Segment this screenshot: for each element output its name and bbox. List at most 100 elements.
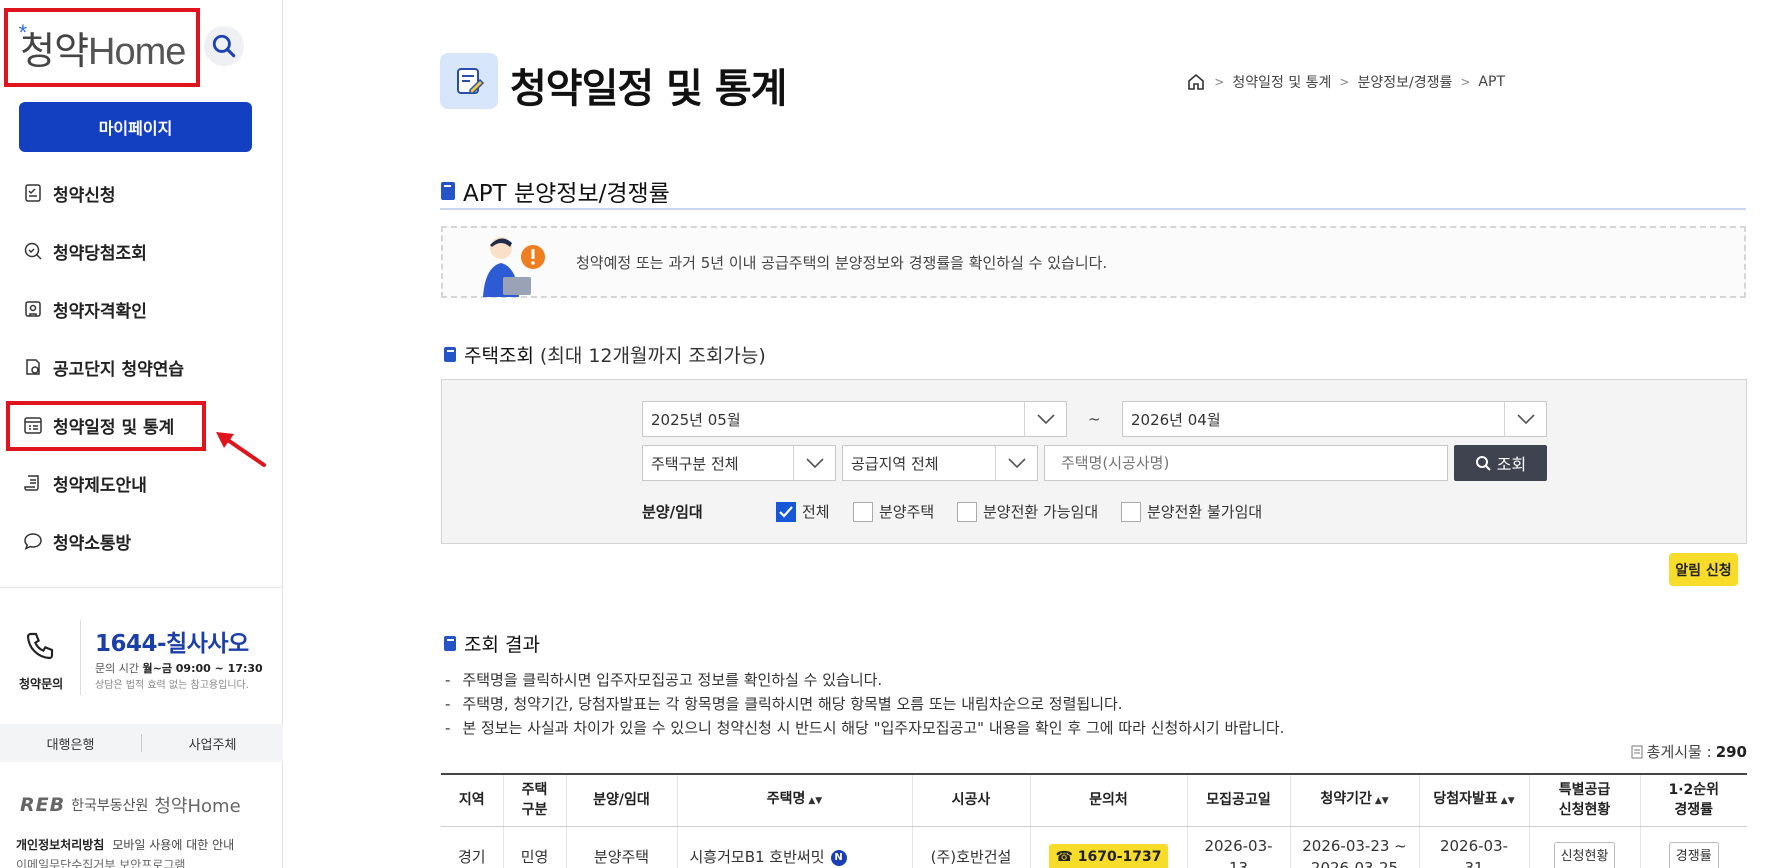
table-row: 경기 민영 분양주택 시흥거모B1 호반써밋 N (주)호반건설 ☎ 1670-1… (441, 826, 1747, 868)
checkbox-box (1121, 501, 1141, 522)
footer-links-secondary[interactable]: 이메일무단수집거부 보안프로그램 (16, 856, 185, 868)
col-house-type: 주택 구분 (502, 774, 566, 827)
cell-notice-date: 2026-03- 13 (1186, 826, 1290, 868)
mobile-guide-link[interactable]: 모바일 사용에 대한 안내 (112, 838, 234, 852)
page-title: 청약일정 및 통계 (510, 66, 787, 112)
breadcrumb-item[interactable]: APT (1478, 74, 1505, 90)
house-type-value: 주택구분 전체 (651, 454, 739, 473)
home-icon[interactable] (1186, 72, 1206, 92)
total-count: 총게시물 : 290 (1631, 741, 1747, 762)
col-rank-line2: 경쟁률 (1674, 802, 1714, 819)
winner-line1: 2026-03- (1439, 837, 1509, 856)
info-text: 청약예정 또는 과거 5년 이내 공급주택의 분양정보와 경쟁률을 확인하실 수… (576, 254, 1108, 272)
col-house-type-line2: 구분 (521, 802, 548, 819)
book-icon (444, 347, 456, 362)
sidebar-item-win-check[interactable]: 청약당첨조회 (0, 222, 283, 280)
checkbox-box (957, 501, 977, 522)
scroll-icon (24, 475, 39, 491)
section-title-results: 조회 결과 (444, 630, 540, 657)
sidebar: *청약Home 마이페이지 청약신청 청약당첨조회 청약자격확인 공고단지 청약… (0, 0, 283, 868)
sort-icon: ▲▼ (1374, 796, 1389, 807)
mypage-button[interactable]: 마이페이지 (19, 102, 252, 152)
range-tilde: ~ (1088, 410, 1101, 428)
cell-period: 2026-03-23 ~ 2026-03-25 (1289, 826, 1419, 868)
checkbox-label: 분양주택 (879, 503, 935, 521)
checkbox-all[interactable]: 전체 (776, 501, 830, 522)
sidebar-item-practice[interactable]: 공고단지 청약연습 (0, 338, 283, 396)
sidebar-item-label: 청약소통방 (53, 533, 132, 554)
sort-icon: ▲▼ (1500, 796, 1515, 807)
search-submit-label: 조회 (1496, 455, 1527, 474)
logo-highlight-box[interactable]: *청약Home (4, 8, 200, 87)
contact-number[interactable]: 1644-칠사사오 (95, 624, 249, 658)
note-item: 주택명, 청약기간, 당첨자발표는 각 항목명을 클릭하시면 해당 항목별 오름… (445, 692, 1284, 716)
phone-icon (26, 632, 54, 660)
from-month-select[interactable]: 2025년 05월 (642, 401, 1067, 437)
cell-contact: ☎ 1670-1737 (1029, 826, 1187, 868)
col-period[interactable]: 청약기간 ▲▼ (1289, 774, 1419, 827)
to-month-select[interactable]: 2026년 04월 (1122, 401, 1547, 437)
new-badge-icon: N (830, 849, 847, 866)
developer-link[interactable]: 사업주체 (142, 734, 283, 753)
privacy-link[interactable]: 개인정보처리방침 (16, 838, 104, 852)
competition-rate-button[interactable]: 경쟁률 (1668, 842, 1719, 868)
breadcrumb-item[interactable]: 분양정보/경쟁률 (1357, 72, 1452, 92)
sort-icon: ▲▼ (808, 796, 823, 807)
sidebar-item-label: 청약신청 (53, 185, 116, 206)
sidebar-item-apply[interactable]: 청약신청 (0, 164, 283, 222)
region-select[interactable]: 공급지역 전체 (842, 445, 1038, 481)
sidebar-links: 대행은행 사업주체 (0, 724, 283, 762)
section-title-text: APT 분양정보/경쟁률 (463, 181, 670, 207)
sidebar-item-community[interactable]: 청약소통방 (0, 512, 283, 570)
house-type-select[interactable]: 주택구분 전체 (642, 445, 836, 481)
cell-rank: 경쟁률 (1639, 826, 1747, 868)
house-name-link[interactable]: 시흥거모B1 호반써밋 (690, 848, 825, 866)
col-house-name-label: 주택명 (766, 791, 806, 808)
table-header-row: 지역 주택 구분 분양/임대 주택명 ▲▼ 시공사 문의처 모집공고일 청약기간 ▲▼… (441, 774, 1747, 827)
checkbox-convertible-rent[interactable]: 분양전환 가능임대 (957, 501, 1098, 522)
breadcrumb-item[interactable]: 청약일정 및 통계 (1232, 72, 1331, 92)
breadcrumb: > 청약일정 및 통계 > 분양정보/경쟁률 > APT (1186, 72, 1505, 92)
logo-suffix: Home (88, 31, 186, 73)
total-label: 총게시물 : (1646, 743, 1712, 761)
phone-badge[interactable]: ☎ 1670-1737 (1049, 844, 1168, 868)
contact-block: 청약문의 1644-칠사사오 문의 시간 월~금 09:00 ~ 17:30 상… (0, 608, 283, 718)
chat-bubble-icon (24, 533, 42, 550)
logo-prefix: 청약 (20, 31, 89, 73)
cell-house-name[interactable]: 시흥거모B1 호반써밋 N (676, 826, 912, 868)
book-icon (441, 182, 455, 200)
checkbox-sale-house[interactable]: 분양주택 (853, 501, 934, 522)
col-winner[interactable]: 당첨자발표 ▲▼ (1418, 774, 1529, 827)
search-submit-button[interactable]: 조회 (1454, 445, 1547, 481)
winner-line2: 31 (1464, 859, 1483, 868)
agent-bank-link[interactable]: 대행은행 (0, 734, 141, 753)
checkbox-nonconvertible-rent[interactable]: 분양전환 불가임대 (1121, 501, 1262, 522)
qualification-icon (25, 301, 41, 317)
col-builder: 시공사 (911, 774, 1030, 827)
alert-signup-button[interactable]: 알림 신청 (1669, 553, 1738, 586)
col-region: 지역 (441, 774, 503, 827)
footer-links: 개인정보처리방침 모바일 사용에 대한 안내 (16, 836, 234, 853)
col-special-line2: 신청현황 (1558, 802, 1611, 819)
sidebar-nav: 청약신청 청약당첨조회 청약자격확인 공고단지 청약연습 청약일정 및 통계 청… (0, 164, 283, 570)
search-button[interactable] (204, 26, 244, 66)
sidebar-item-qualification[interactable]: 청약자격확인 (0, 280, 283, 338)
col-rank-line1: 1·2순위 (1668, 782, 1720, 799)
col-notice-date: 모집공고일 (1186, 774, 1290, 827)
section-title-note: (최대 12개월까지 조회가능) (539, 345, 766, 367)
house-name-input[interactable] (1044, 445, 1448, 481)
chevron-right-icon: > (1460, 75, 1471, 89)
service-name: 청약Home (154, 796, 241, 817)
from-month-value: 2025년 05월 (651, 410, 741, 429)
logo[interactable]: *청약Home (19, 20, 187, 75)
sidebar-item-label: 청약자격확인 (53, 301, 147, 322)
checkbox-box (853, 501, 873, 522)
sidebar-divider (0, 587, 283, 588)
practice-icon (26, 359, 40, 375)
section-title-search: 주택조회 (최대 12개월까지 조회가능) (444, 341, 766, 368)
special-status-button[interactable]: 신청현황 (1553, 842, 1616, 868)
col-house-name[interactable]: 주택명 ▲▼ (676, 774, 912, 827)
chevron-down-icon (995, 446, 1037, 480)
col-special-line1: 특별공급 (1558, 782, 1611, 799)
note-item: 주택명을 클릭하시면 입주자모집공고 정보를 확인하실 수 있습니다. (445, 668, 1284, 692)
